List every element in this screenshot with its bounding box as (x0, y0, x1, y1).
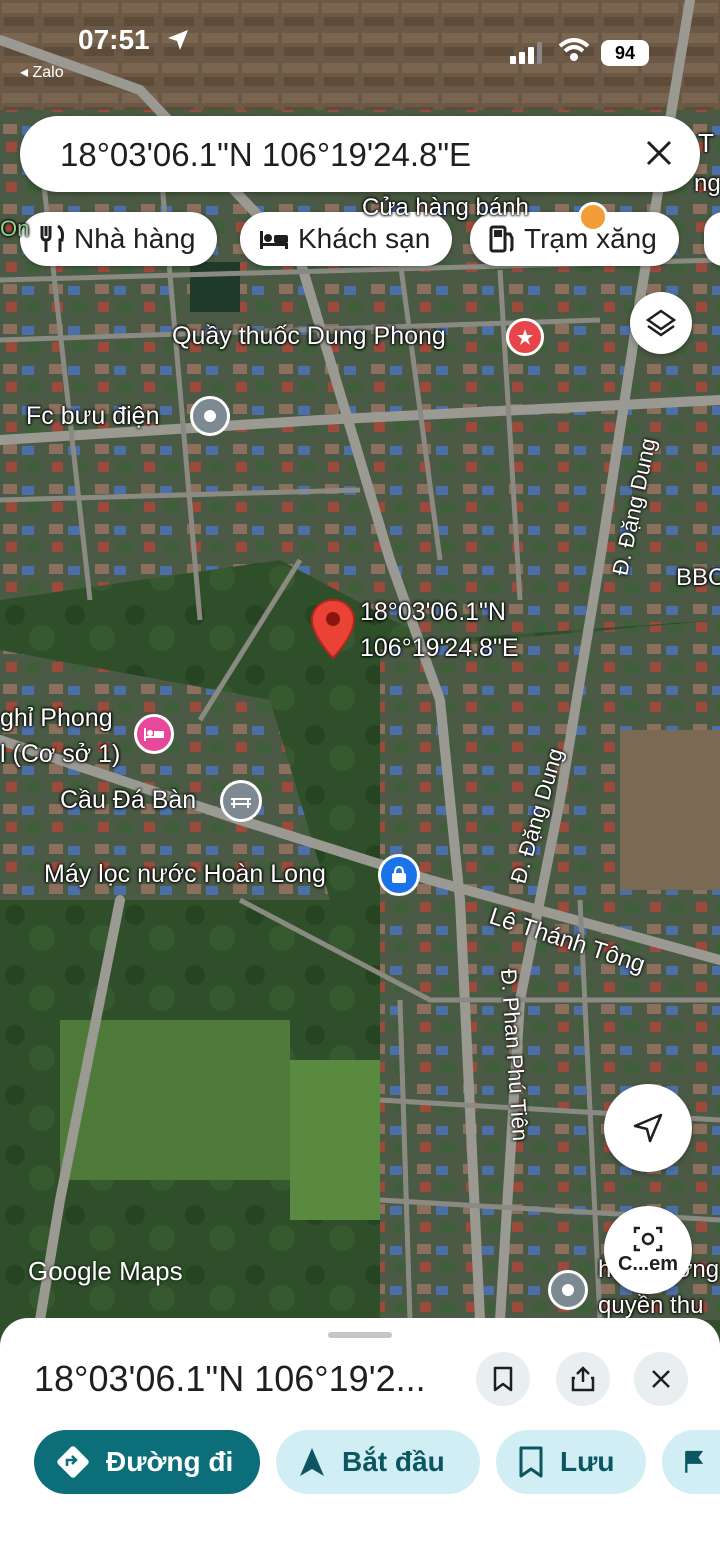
google-maps-attribution: Google Maps (28, 1256, 183, 1286)
clear-search-icon[interactable] (644, 138, 674, 168)
my-location-button[interactable] (604, 1084, 692, 1172)
sheet-drag-handle[interactable] (328, 1332, 392, 1338)
start-label: Bắt đầu (342, 1446, 445, 1477)
map-label-guesthouse-1[interactable]: ghỉ Phong (0, 704, 113, 733)
camera-search-icon (633, 1226, 663, 1251)
bakery-marker-icon[interactable] (578, 202, 608, 232)
post-office-marker-icon[interactable] (190, 396, 230, 436)
map-label-post-office[interactable]: Fc bưu điện (26, 402, 159, 431)
map-label-partial-on: On (0, 216, 30, 241)
bridge-marker-icon[interactable] (220, 780, 262, 822)
wifi-icon (558, 38, 590, 61)
battery-indicator: 94 (601, 40, 649, 66)
bookmark-icon (493, 1366, 513, 1392)
map-label-water-filter[interactable]: Máy lọc nước Hoàn Long (44, 860, 326, 889)
close-icon (652, 1370, 670, 1388)
place-bottom-sheet[interactable]: 18°03'06.1"N 106°19'2... Đường đi Bắt đầ… (0, 1318, 720, 1564)
lens-label: C...em (617, 1252, 679, 1275)
restaurant-icon (40, 224, 64, 252)
map-label-pharmacy[interactable]: Quầy thuốc Dung Phong (172, 322, 446, 351)
map-label-partial-2: quyền thu (598, 1292, 704, 1319)
pin-longitude: 106°19'24.8"E (360, 634, 519, 662)
more-actions-button[interactable] (662, 1430, 720, 1494)
gas-station-icon (489, 225, 514, 253)
share-button[interactable] (556, 1352, 610, 1406)
flag-icon (685, 1450, 704, 1473)
pin-latitude: 18°03'06.1"N (360, 598, 506, 626)
search-query-text[interactable]: 18°03'06.1"N 106°19'24.8"E (60, 136, 471, 174)
hotel-marker-icon[interactable] (134, 714, 174, 754)
directions-label: Đường đi (106, 1446, 234, 1477)
map-label-guesthouse-2[interactable]: l (Cơ sở 1) (0, 740, 120, 769)
save-button[interactable]: Lưu (496, 1430, 646, 1494)
shop-marker-icon[interactable] (378, 854, 420, 896)
location-arrow-icon (168, 30, 188, 50)
share-icon (571, 1366, 595, 1392)
navigation-start-icon (300, 1448, 324, 1476)
place-title: 18°03'06.1"N 106°19'2... (34, 1358, 426, 1399)
map-label-bridge[interactable]: Cầu Đá Bàn (60, 786, 196, 815)
layers-button[interactable] (630, 292, 692, 354)
layers-icon (645, 309, 677, 337)
back-to-app-link[interactable]: ◂ Zalo (20, 62, 64, 82)
save-bookmark-icon (519, 1446, 543, 1478)
hotel-icon (260, 231, 288, 249)
directions-button[interactable]: Đường đi (34, 1430, 260, 1494)
chip-label: Khách sạn (298, 223, 431, 254)
place-marker-icon[interactable] (548, 1270, 588, 1310)
map-label-bbc: BBC (676, 564, 720, 591)
lens-button[interactable]: C...em (604, 1206, 692, 1294)
map-label-bakery[interactable]: Cửa hàng bánh (362, 194, 529, 222)
start-button[interactable]: Bắt đầu (276, 1430, 480, 1494)
save-label: Lưu (560, 1446, 615, 1477)
status-bar: 07:51 ◂ Zalo 94 (0, 0, 720, 96)
chip-restaurants[interactable]: Nhà hàng (20, 212, 218, 266)
bookmark-button[interactable] (476, 1352, 530, 1406)
navigation-arrow-icon (633, 1113, 663, 1143)
cellular-signal-icon (510, 42, 542, 64)
search-bar[interactable]: 18°03'06.1"N 106°19'24.8"E (20, 116, 700, 192)
location-pin-icon[interactable] (310, 598, 356, 660)
map-label-partial-ng: ng (694, 170, 720, 197)
directions-icon (57, 1446, 89, 1478)
close-sheet-button[interactable] (634, 1352, 688, 1406)
chip-label: Nhà hàng (74, 223, 196, 254)
pharmacy-marker-icon[interactable] (506, 318, 544, 356)
status-time: 07:51 (78, 24, 150, 55)
map-label-partial-t: T (698, 128, 714, 158)
